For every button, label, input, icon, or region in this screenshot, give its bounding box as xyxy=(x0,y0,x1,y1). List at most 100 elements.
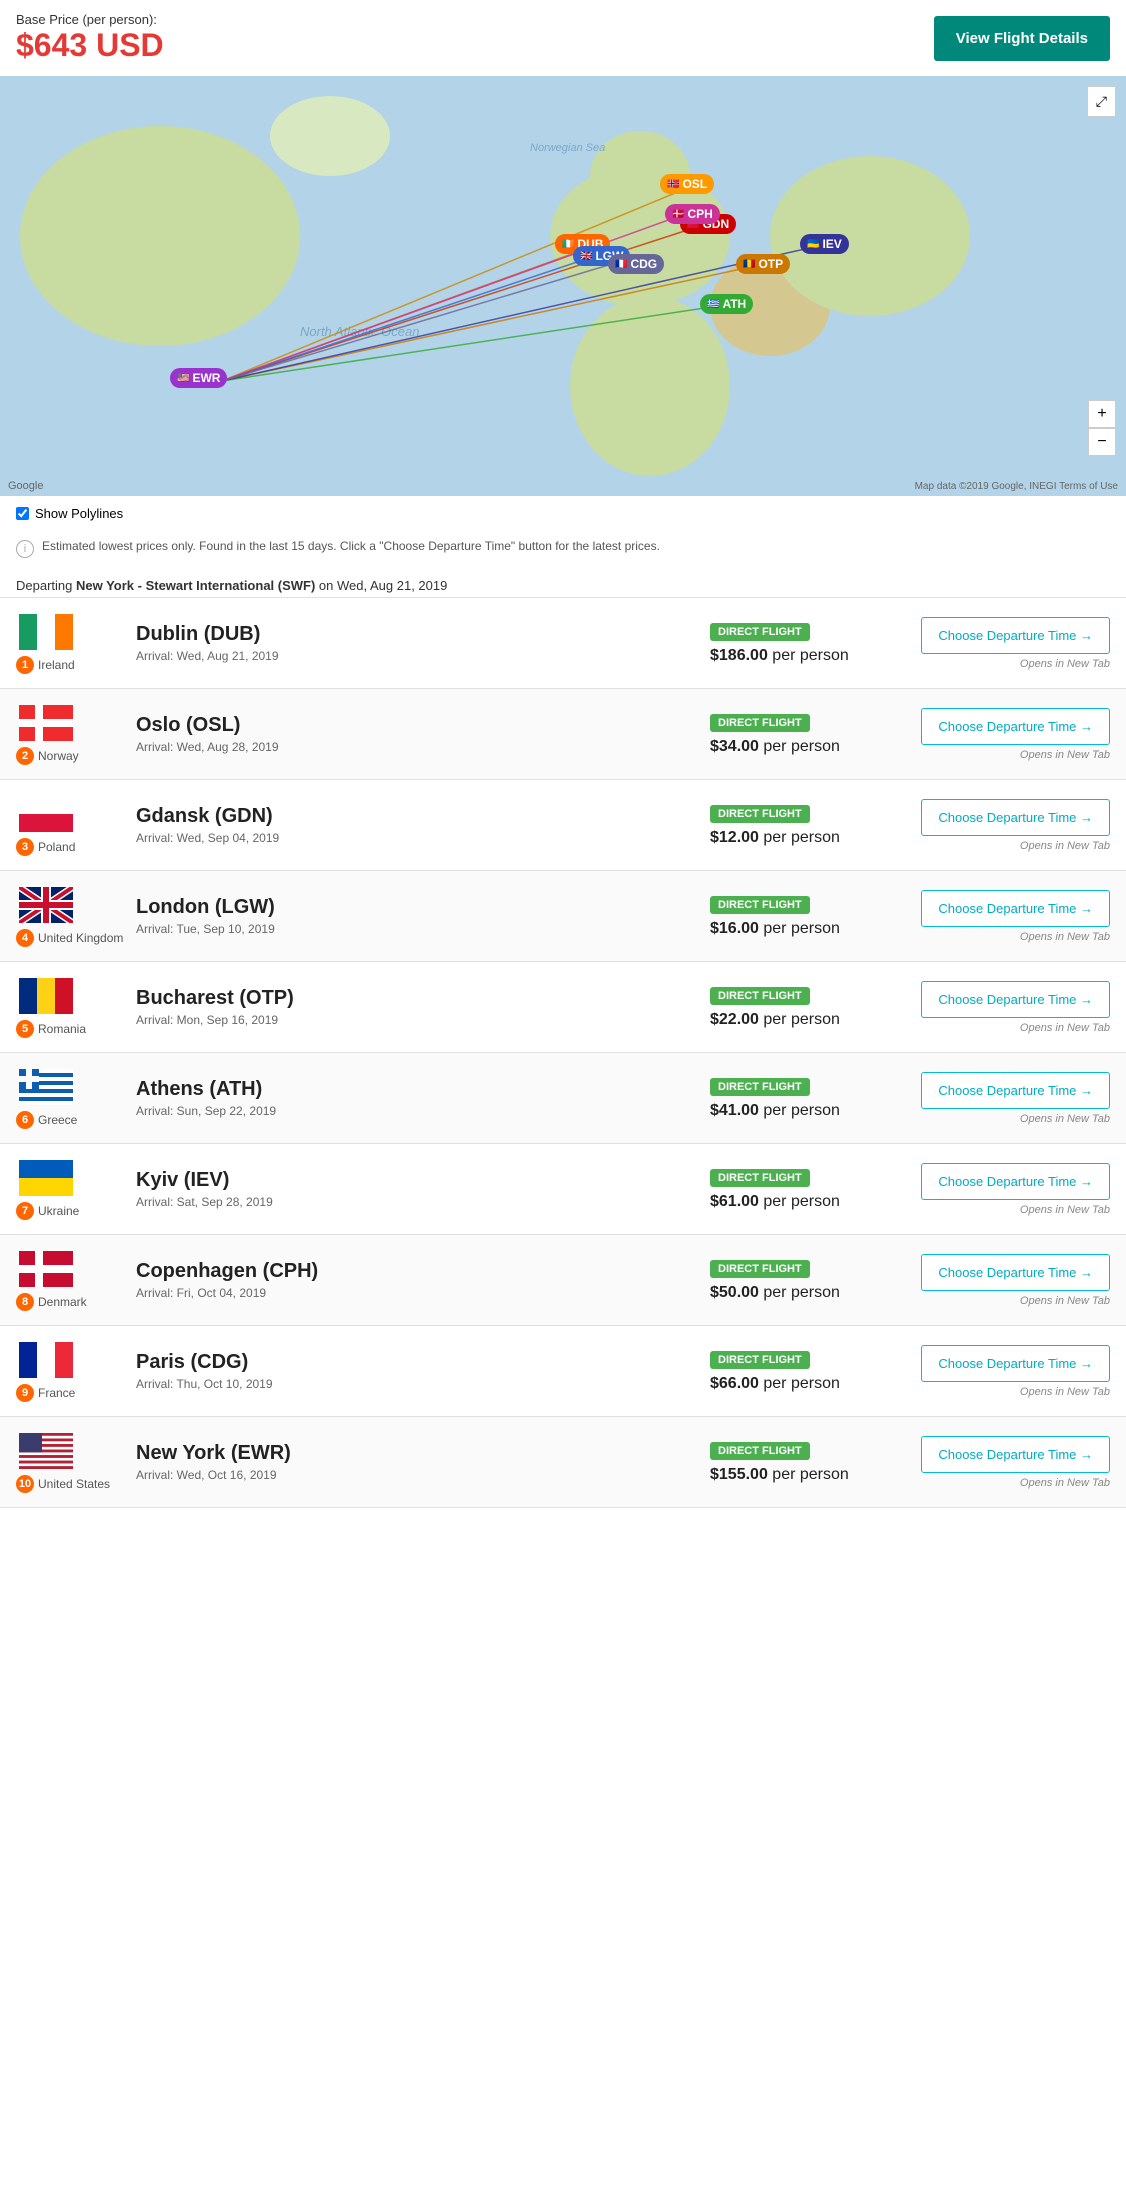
map-zoom-controls: + − xyxy=(1088,400,1116,456)
num-circle-2: 3 xyxy=(16,838,34,856)
direct-badge-8: DIRECT FLIGHT xyxy=(710,1351,810,1369)
dest-name-4: Bucharest (OTP) xyxy=(136,987,710,1010)
dest-name-3: London (LGW) xyxy=(136,896,710,919)
dest-name-7: Copenhagen (CPH) xyxy=(136,1260,710,1283)
direct-badge-5: DIRECT FLIGHT xyxy=(710,1078,810,1096)
opens-new-tab-8: Opens in New Tab xyxy=(1020,1386,1110,1398)
country-cell-4: 5 Romania xyxy=(16,976,136,1038)
view-flight-details-button[interactable]: View Flight Details xyxy=(934,16,1110,61)
num-circle-6: 7 xyxy=(16,1202,34,1220)
price-per-person-7: $50.00 per person xyxy=(710,1284,890,1302)
dest-arrival-9: Arrival: Wed, Oct 16, 2019 xyxy=(136,1468,710,1482)
price-cell-2: DIRECT FLIGHT $12.00 per person xyxy=(710,804,890,847)
action-cell-9: Choose Departure Time → Opens in New Tab xyxy=(890,1436,1110,1489)
country-num-4: 5 Romania xyxy=(16,1020,86,1038)
dest-arrival-4: Arrival: Mon, Sep 16, 2019 xyxy=(136,1013,710,1027)
price-per-person-8: $66.00 per person xyxy=(710,1375,890,1393)
flight-row: 8 Denmark Copenhagen (CPH) Arrival: Fri,… xyxy=(0,1234,1126,1326)
dest-arrival-5: Arrival: Sun, Sep 22, 2019 xyxy=(136,1104,710,1118)
choose-departure-button-4[interactable]: Choose Departure Time → xyxy=(921,981,1110,1018)
opens-new-tab-9: Opens in New Tab xyxy=(1020,1477,1110,1489)
destination-cell-4: Bucharest (OTP) Arrival: Mon, Sep 16, 20… xyxy=(136,987,710,1027)
num-circle-8: 9 xyxy=(16,1384,34,1402)
num-circle-1: 2 xyxy=(16,747,34,765)
direct-badge-3: DIRECT FLIGHT xyxy=(710,896,810,914)
zoom-out-button[interactable]: − xyxy=(1088,428,1116,456)
num-circle-7: 8 xyxy=(16,1293,34,1311)
country-name-0: Ireland xyxy=(38,658,75,672)
action-cell-7: Choose Departure Time → Opens in New Tab xyxy=(890,1254,1110,1307)
num-circle-0: 1 xyxy=(16,656,34,674)
price-per-person-5: $41.00 per person xyxy=(710,1102,890,1120)
destination-cell-9: New York (EWR) Arrival: Wed, Oct 16, 201… xyxy=(136,1442,710,1482)
flag-2 xyxy=(16,794,76,834)
dest-arrival-6: Arrival: Sat, Sep 28, 2019 xyxy=(136,1195,710,1209)
choose-departure-button-7[interactable]: Choose Departure Time → xyxy=(921,1254,1110,1291)
direct-badge-4: DIRECT FLIGHT xyxy=(710,987,810,1005)
price-per-person-3: $16.00 per person xyxy=(710,920,890,938)
price-value: $643 USD xyxy=(16,27,164,64)
num-circle-5: 6 xyxy=(16,1111,34,1129)
country-cell-0: 1 Ireland xyxy=(16,612,136,674)
direct-badge-0: DIRECT FLIGHT xyxy=(710,623,810,641)
destination-cell-2: Gdansk (GDN) Arrival: Wed, Sep 04, 2019 xyxy=(136,805,710,845)
price-per-person-6: $61.00 per person xyxy=(710,1193,890,1211)
flag-9 xyxy=(16,1431,76,1471)
choose-departure-button-9[interactable]: Choose Departure Time → xyxy=(921,1436,1110,1473)
dest-name-8: Paris (CDG) xyxy=(136,1351,710,1374)
country-name-8: France xyxy=(38,1386,75,1400)
choose-departure-button-5[interactable]: Choose Departure Time → xyxy=(921,1072,1110,1109)
departing-line: Departing New York - Stewart Internation… xyxy=(0,566,1126,597)
action-cell-4: Choose Departure Time → Opens in New Tab xyxy=(890,981,1110,1034)
map-pin-ath: 🇬🇷 ATH xyxy=(700,294,753,314)
destination-cell-0: Dublin (DUB) Arrival: Wed, Aug 21, 2019 xyxy=(136,623,710,663)
flight-row: 10 United States New York (EWR) Arrival:… xyxy=(0,1416,1126,1508)
zoom-in-button[interactable]: + xyxy=(1088,400,1116,428)
price-cell-1: DIRECT FLIGHT $34.00 per person xyxy=(710,713,890,756)
flag-5 xyxy=(16,1067,76,1107)
choose-departure-button-2[interactable]: Choose Departure Time → xyxy=(921,799,1110,836)
choose-departure-button-3[interactable]: Choose Departure Time → xyxy=(921,890,1110,927)
price-amount-8: $66.00 xyxy=(710,1375,759,1392)
choose-departure-button-8[interactable]: Choose Departure Time → xyxy=(921,1345,1110,1382)
direct-badge-9: DIRECT FLIGHT xyxy=(710,1442,810,1460)
choose-departure-button-1[interactable]: Choose Departure Time → xyxy=(921,708,1110,745)
dest-arrival-1: Arrival: Wed, Aug 28, 2019 xyxy=(136,740,710,754)
country-cell-5: 6 Greece xyxy=(16,1067,136,1129)
opens-new-tab-4: Opens in New Tab xyxy=(1020,1022,1110,1034)
choose-departure-button-0[interactable]: Choose Departure Time → xyxy=(921,617,1110,654)
map-pin-cdg: 🇫🇷 CDG xyxy=(608,254,664,274)
svg-text:Norwegian Sea: Norwegian Sea xyxy=(530,142,605,154)
destination-cell-5: Athens (ATH) Arrival: Sun, Sep 22, 2019 xyxy=(136,1078,710,1118)
flight-row: 7 Ukraine Kyiv (IEV) Arrival: Sat, Sep 2… xyxy=(0,1143,1126,1235)
action-cell-5: Choose Departure Time → Opens in New Tab xyxy=(890,1072,1110,1125)
country-num-3: 4 United Kingdom xyxy=(16,929,123,947)
notice-text: Estimated lowest prices only. Found in t… xyxy=(42,539,660,553)
price-cell-3: DIRECT FLIGHT $16.00 per person xyxy=(710,895,890,938)
flag-0 xyxy=(16,612,76,652)
opens-new-tab-7: Opens in New Tab xyxy=(1020,1295,1110,1307)
dest-name-2: Gdansk (GDN) xyxy=(136,805,710,828)
show-polylines-checkbox[interactable] xyxy=(16,507,29,520)
price-amount-5: $41.00 xyxy=(710,1102,759,1119)
flight-row: 9 France Paris (CDG) Arrival: Thu, Oct 1… xyxy=(0,1325,1126,1417)
map-pin-otp: 🇷🇴 OTP xyxy=(736,254,790,274)
google-logo: Google xyxy=(8,480,43,492)
flag-7 xyxy=(16,1249,76,1289)
destination-cell-8: Paris (CDG) Arrival: Thu, Oct 10, 2019 xyxy=(136,1351,710,1391)
destination-cell-7: Copenhagen (CPH) Arrival: Fri, Oct 04, 2… xyxy=(136,1260,710,1300)
price-amount-9: $155.00 xyxy=(710,1466,768,1483)
map-terms: Map data ©2019 Google, INEGI Terms of Us… xyxy=(915,481,1118,492)
destination-cell-6: Kyiv (IEV) Arrival: Sat, Sep 28, 2019 xyxy=(136,1169,710,1209)
dest-arrival-8: Arrival: Thu, Oct 10, 2019 xyxy=(136,1377,710,1391)
choose-departure-button-6[interactable]: Choose Departure Time → xyxy=(921,1163,1110,1200)
map-expand-button[interactable]: ⤢ xyxy=(1087,86,1116,117)
price-per-person-9: $155.00 per person xyxy=(710,1466,890,1484)
dest-name-1: Oslo (OSL) xyxy=(136,714,710,737)
direct-badge-7: DIRECT FLIGHT xyxy=(710,1260,810,1278)
dest-name-6: Kyiv (IEV) xyxy=(136,1169,710,1192)
dest-arrival-7: Arrival: Fri, Oct 04, 2019 xyxy=(136,1286,710,1300)
country-num-5: 6 Greece xyxy=(16,1111,77,1129)
dest-arrival-2: Arrival: Wed, Sep 04, 2019 xyxy=(136,831,710,845)
country-num-0: 1 Ireland xyxy=(16,656,75,674)
